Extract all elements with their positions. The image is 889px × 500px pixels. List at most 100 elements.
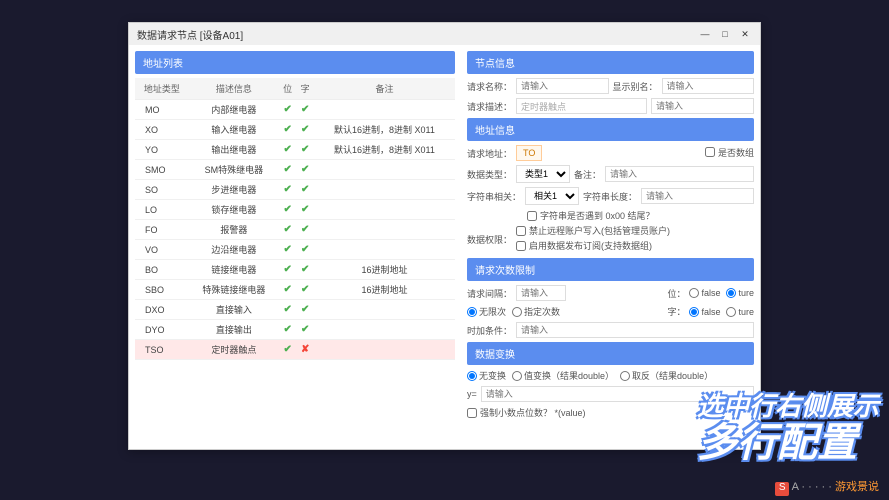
str-rel-select[interactable]: 相关1 <box>525 187 579 205</box>
str-rel-label: 字符串相关： <box>467 190 521 203</box>
disp-name-label: 显示别名： <box>613 80 658 93</box>
check-icon: ✔ <box>283 284 291 295</box>
check-icon: ✔ <box>283 304 291 315</box>
word-false-radio[interactable] <box>689 307 699 317</box>
req-name-input[interactable] <box>516 78 608 94</box>
force-dec-label: 强制小数点位数？ *(value) <box>480 406 586 419</box>
table-row[interactable]: SMOSM特殊继电器✔✔ <box>135 160 455 180</box>
watermark: S A · · · · · 游戏景说 <box>775 478 879 496</box>
check-icon: ✔ <box>301 204 309 215</box>
check-icon: ✔ <box>283 264 291 275</box>
perm-remote-label: 禁止远程账户写入(包括管理员账户) <box>529 224 670 237</box>
address-list-header: 地址列表 <box>135 51 455 74</box>
check-icon: ✔ <box>283 204 291 215</box>
table-header: 地址类型 <box>135 78 189 100</box>
titlebar: 数据请求节点 [设备A01] — □ ✕ <box>129 23 760 45</box>
noconv-radio[interactable] <box>467 371 477 381</box>
right-panel: 节点信息 请求名称： 显示别名： 请求描述： 地址信息 请求地址： TO 是否数… <box>461 45 760 449</box>
perm-remote-checkbox[interactable] <box>516 226 526 236</box>
data-type-select[interactable]: 类型1 <box>516 165 570 183</box>
check-icon: ✔ <box>301 224 309 235</box>
disp-name-input[interactable] <box>662 78 754 94</box>
check-icon: ✔ <box>283 224 291 235</box>
str-null-checkbox[interactable] <box>527 211 537 221</box>
table-row[interactable]: DYO直接输出✔✔ <box>135 320 455 340</box>
table-header: 字 <box>296 78 314 100</box>
invconv-radio[interactable] <box>620 371 630 381</box>
minimize-button[interactable]: — <box>698 27 712 41</box>
close-button[interactable]: ✕ <box>738 27 752 41</box>
check-icon: ✔ <box>283 184 291 195</box>
check-icon: ✔ <box>283 244 291 255</box>
y-input[interactable] <box>481 386 754 402</box>
window-title: 数据请求节点 [设备A01] <box>137 27 243 42</box>
str-null-label: 字符串是否遇到 0x00 结尾？ <box>540 209 655 222</box>
watermark-icon: S <box>775 482 789 496</box>
table-header: 备注 <box>314 78 455 100</box>
req-desc-input-2[interactable] <box>651 98 754 114</box>
req-name-label: 请求名称： <box>467 80 512 93</box>
config-window: 数据请求节点 [设备A01] — □ ✕ 地址列表 地址类型描述信息位字备注 M… <box>128 22 761 450</box>
y-label: y= <box>467 389 477 399</box>
cross-icon: ✘ <box>301 344 309 355</box>
left-panel: 地址列表 地址类型描述信息位字备注 MO内部继电器✔✔XO输入继电器✔✔默认16… <box>129 45 461 449</box>
interval-label: 请求间隔： <box>467 287 512 300</box>
check-icon: ✔ <box>283 164 291 175</box>
table-row[interactable]: MO内部继电器✔✔ <box>135 100 455 120</box>
table-header: 位 <box>279 78 297 100</box>
table-row[interactable]: VO边沿继电器✔✔ <box>135 240 455 260</box>
note-input[interactable] <box>605 166 754 182</box>
addr-info-header: 地址信息 <box>467 118 754 141</box>
perm-pubsub-label: 启用数据发布订阅(支持数据组) <box>529 239 652 252</box>
check-icon: ✔ <box>301 304 309 315</box>
maximize-button[interactable]: □ <box>718 27 732 41</box>
check-icon: ✔ <box>283 344 291 355</box>
check-icon: ✔ <box>301 104 309 115</box>
table-row[interactable]: SO步进继电器✔✔ <box>135 180 455 200</box>
timecond-input[interactable] <box>516 322 754 338</box>
address-table: 地址类型描述信息位字备注 MO内部继电器✔✔XO输入继电器✔✔默认16进制，8进… <box>135 78 455 360</box>
perm-label: 数据权限： <box>467 233 512 246</box>
valconv-radio[interactable] <box>512 371 522 381</box>
force-dec-checkbox[interactable] <box>467 408 477 418</box>
check-icon: ✔ <box>301 284 309 295</box>
is-array-label: 是否数组 <box>718 146 754 159</box>
table-row[interactable]: LO锁存继电器✔✔ <box>135 200 455 220</box>
str-len-label: 字符串长度： <box>583 190 637 203</box>
check-icon: ✔ <box>283 144 291 155</box>
check-icon: ✔ <box>283 324 291 335</box>
bit-ture-radio[interactable] <box>726 288 736 298</box>
table-row[interactable]: BO链接继电器✔✔16进制地址 <box>135 260 455 280</box>
fixed-radio[interactable] <box>512 307 522 317</box>
nolimit-radio[interactable] <box>467 307 477 317</box>
req-desc-label: 请求描述： <box>467 100 512 113</box>
check-icon: ✔ <box>301 124 309 135</box>
is-array-checkbox[interactable] <box>705 147 715 157</box>
table-row[interactable]: XO输入继电器✔✔默认16进制，8进制 X011 <box>135 120 455 140</box>
data-conv-header: 数据变换 <box>467 342 754 365</box>
table-row[interactable]: SBO特殊链接继电器✔✔16进制地址 <box>135 280 455 300</box>
req-addr-label: 请求地址： <box>467 147 512 160</box>
data-type-label: 数据类型： <box>467 168 512 181</box>
req-desc-input[interactable] <box>516 98 647 114</box>
str-len-input[interactable] <box>641 188 754 204</box>
check-icon: ✔ <box>301 244 309 255</box>
check-icon: ✔ <box>283 104 291 115</box>
table-header: 描述信息 <box>189 78 279 100</box>
table-row[interactable]: TSO定时器触点✔✘ <box>135 340 455 360</box>
check-icon: ✔ <box>301 184 309 195</box>
table-row[interactable]: DXO直接输入✔✔ <box>135 300 455 320</box>
check-icon: ✔ <box>301 164 309 175</box>
word-ture-radio[interactable] <box>726 307 736 317</box>
table-row[interactable]: YO输出继电器✔✔默认16进制，8进制 X011 <box>135 140 455 160</box>
check-icon: ✔ <box>283 124 291 135</box>
req-addr-value[interactable]: TO <box>516 145 542 161</box>
interval-input[interactable] <box>516 285 566 301</box>
bit-false-radio[interactable] <box>689 288 699 298</box>
check-icon: ✔ <box>301 144 309 155</box>
word-label: 字： <box>667 305 685 318</box>
check-icon: ✔ <box>301 324 309 335</box>
table-row[interactable]: FO报警器✔✔ <box>135 220 455 240</box>
perm-pubsub-checkbox[interactable] <box>516 241 526 251</box>
bit-label: 位： <box>667 287 685 300</box>
